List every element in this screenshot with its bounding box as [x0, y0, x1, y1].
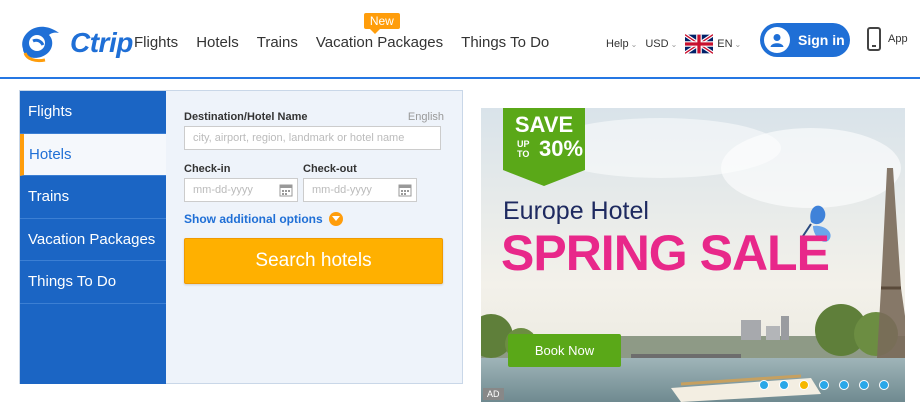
help-label: Help: [606, 38, 629, 50]
currency-menu[interactable]: USD ⌄: [645, 38, 677, 50]
nav-vacation-packages[interactable]: New Vacation Packages: [315, 13, 444, 51]
tab-trains[interactable]: Trains: [20, 176, 166, 219]
ad-banner[interactable]: SAVE UP TO 30% Europe Hotel SPRING SALE …: [481, 108, 905, 402]
checkout-placeholder: mm-dd-yyyy: [312, 184, 372, 196]
save-badge: SAVE UP TO 30%: [503, 108, 585, 184]
hotel-search-form: Destination/Hotel Name English city, air…: [184, 111, 444, 284]
destination-input[interactable]: city, airport, region, landmark or hotel…: [184, 126, 441, 150]
language-label: EN: [717, 37, 733, 50]
search-tabs: Flights Hotels Trains Vacation Packages …: [20, 91, 166, 384]
checkin-label: Check-in: [184, 163, 231, 175]
carousel-dot[interactable]: [839, 380, 849, 390]
chevron-down-icon: ⌄: [670, 40, 678, 49]
help-menu[interactable]: Help ⌄: [606, 38, 637, 50]
destination-label: Destination/Hotel Name: [184, 111, 308, 123]
ad-title: Europe Hotel: [503, 197, 649, 225]
tab-flights[interactable]: Flights: [20, 91, 166, 134]
ctrip-logo[interactable]: Ctrip: [15, 19, 133, 63]
save-to-label: TO: [517, 149, 530, 159]
nav-hotels[interactable]: Hotels: [196, 34, 239, 51]
currency-label: USD: [645, 38, 669, 50]
user-icon: [764, 27, 790, 53]
carousel-dot[interactable]: [759, 380, 769, 390]
book-now-button[interactable]: Book Now: [508, 334, 621, 367]
nav-things-to-do[interactable]: Things To Do: [461, 34, 549, 51]
carousel-dot[interactable]: [779, 380, 789, 390]
checkout-label: Check-out: [303, 163, 357, 175]
new-badge: New: [363, 13, 400, 34]
additional-options-toggle[interactable]: Show additional options: [184, 212, 444, 226]
checkout-input[interactable]: mm-dd-yyyy: [303, 178, 417, 202]
logo-text: Ctrip: [70, 27, 133, 58]
language-menu[interactable]: EN ⌄: [685, 34, 741, 54]
checkin-input[interactable]: mm-dd-yyyy: [184, 178, 298, 202]
nav-vacation-packages-label: Vacation Packages: [315, 34, 444, 51]
dolphin-logo-icon: [22, 26, 59, 63]
search-panel: Flights Hotels Trains Vacation Packages …: [19, 90, 463, 384]
save-label: SAVE: [514, 112, 574, 137]
search-hotels-button[interactable]: Search hotels: [184, 238, 443, 284]
carousel-dots: [759, 380, 899, 390]
additional-options-label: Show additional options: [184, 212, 323, 226]
tab-vacation-packages[interactable]: Vacation Packages: [20, 219, 166, 261]
carousel-dot[interactable]: [819, 380, 829, 390]
chevron-down-icon: ⌄: [734, 39, 742, 49]
calendar-icon[interactable]: [398, 183, 412, 197]
save-up-label: UP: [517, 139, 530, 149]
calendar-icon[interactable]: [279, 183, 293, 197]
uk-flag-icon: [685, 34, 714, 54]
app-download-link[interactable]: App: [867, 27, 908, 51]
carousel-dot[interactable]: [879, 380, 889, 390]
carousel-dot[interactable]: [859, 380, 869, 390]
chevron-down-circle-icon: [328, 212, 343, 226]
tab-things-to-do[interactable]: Things To Do: [20, 261, 166, 304]
header-utilities: Help ⌄ USD ⌄ EN ⌄: [606, 34, 749, 54]
sign-in-label: Sign in: [798, 32, 845, 48]
checkin-placeholder: mm-dd-yyyy: [193, 184, 253, 196]
main-nav: Flights Hotels Trains New Vacation Packa…: [134, 13, 567, 51]
app-label: App: [888, 33, 908, 45]
destination-language: English: [407, 111, 444, 123]
tab-hotels[interactable]: Hotels: [20, 133, 166, 176]
chevron-down-icon: ⌄: [630, 40, 638, 49]
phone-icon: [867, 27, 881, 51]
nav-flights[interactable]: Flights: [134, 34, 178, 51]
nav-trains[interactable]: Trains: [257, 34, 298, 51]
sign-in-button[interactable]: Sign in: [760, 23, 850, 57]
carousel-dot[interactable]: [799, 380, 809, 390]
top-header: Ctrip Flights Hotels Trains New Vacation…: [0, 0, 920, 79]
ad-tag: AD: [483, 388, 504, 400]
ad-headline: SPRING SALE: [501, 225, 830, 281]
save-up-to: UP TO: [517, 139, 530, 159]
save-percent: 30%: [539, 136, 584, 161]
